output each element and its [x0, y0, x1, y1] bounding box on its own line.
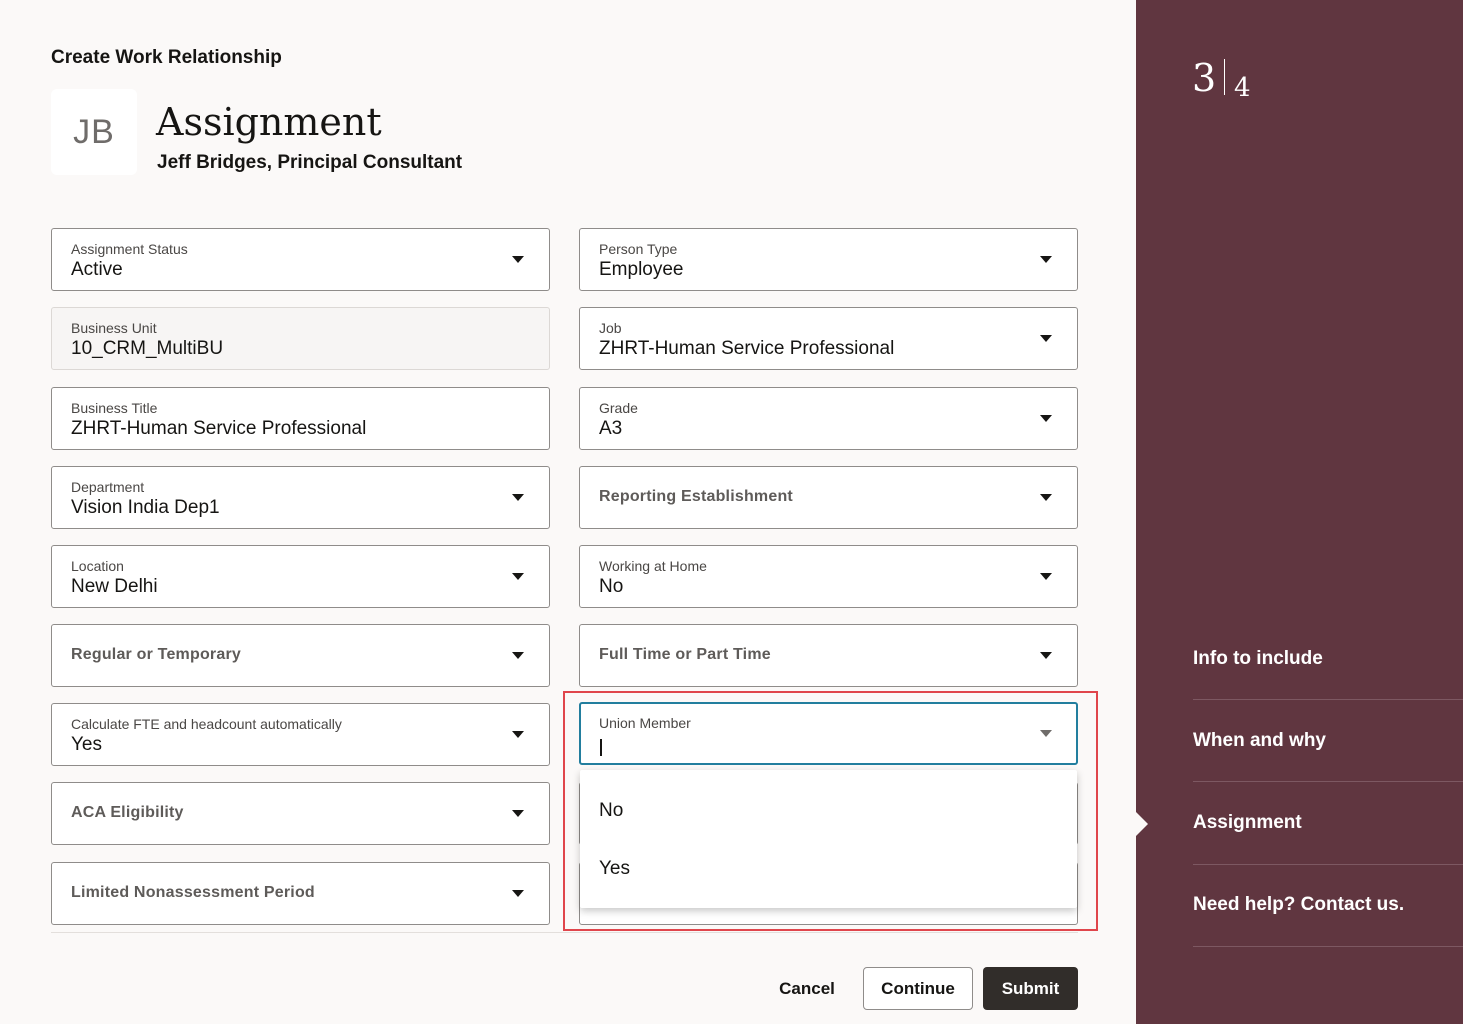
department-value: Vision India Dep1 [71, 497, 220, 518]
chevron-down-icon[interactable] [1040, 415, 1052, 422]
job-value: ZHRT-Human Service Professional [599, 338, 895, 359]
sidebar-divider [1193, 946, 1463, 947]
avatar: JB [51, 89, 137, 175]
sidebar-divider [1193, 864, 1463, 865]
sidebar-item-contact-us[interactable]: Need help? Contact us. [1193, 894, 1463, 916]
chevron-down-icon[interactable] [1040, 256, 1052, 263]
department-select[interactable]: Department Vision India Dep1 [51, 466, 550, 529]
working-at-home-value: No [599, 576, 624, 597]
location-label: Location [71, 558, 124, 574]
reporting-establishment-label: Reporting Establishment [599, 488, 793, 505]
chevron-down-icon[interactable] [512, 652, 524, 659]
cancel-button[interactable]: Cancel [770, 967, 844, 1010]
highlight-box [563, 691, 1098, 931]
full-time-or-part-time-label: Full Time or Part Time [599, 646, 771, 663]
reporting-establishment-select[interactable]: Reporting Establishment [579, 466, 1078, 529]
business-title-value: ZHRT-Human Service Professional [71, 418, 367, 439]
continue-button[interactable]: Continue [863, 967, 973, 1010]
business-title-input[interactable]: Business Title ZHRT-Human Service Profes… [51, 387, 550, 450]
chevron-down-icon[interactable] [512, 494, 524, 501]
limited-nonassessment-period-select[interactable]: Limited Nonassessment Period [51, 862, 550, 925]
person-type-value: Employee [599, 259, 684, 280]
calculate-fte-label: Calculate FTE and headcount automaticall… [71, 716, 342, 732]
business-title-label: Business Title [71, 400, 158, 416]
chevron-down-icon[interactable] [512, 731, 524, 738]
chevron-down-icon[interactable] [1040, 652, 1052, 659]
location-value: New Delhi [71, 576, 158, 597]
limited-nonassessment-period-label: Limited Nonassessment Period [71, 884, 315, 901]
regular-or-temporary-select[interactable]: Regular or Temporary [51, 624, 550, 687]
calculate-fte-value: Yes [71, 734, 102, 755]
page-caption: Create Work Relationship [51, 47, 282, 68]
department-label: Department [71, 479, 145, 495]
chevron-down-icon[interactable] [512, 810, 524, 817]
chevron-down-icon[interactable] [1040, 573, 1052, 580]
sidebar-divider [1193, 699, 1463, 700]
grade-value: A3 [599, 418, 623, 439]
sidebar-item-assignment[interactable]: Assignment [1193, 812, 1463, 834]
sidebar: 3 4 Info to include When and why Assignm… [1136, 0, 1463, 1024]
chevron-down-icon[interactable] [1040, 494, 1052, 501]
full-time-or-part-time-select[interactable]: Full Time or Part Time [579, 624, 1078, 687]
working-at-home-label: Working at Home [599, 558, 707, 574]
chevron-down-icon[interactable] [512, 890, 524, 897]
job-label: Job [599, 320, 622, 336]
page-subtitle: Jeff Bridges, Principal Consultant [157, 152, 463, 173]
submit-button[interactable]: Submit [983, 967, 1078, 1010]
job-select[interactable]: Job ZHRT-Human Service Professional [579, 307, 1078, 370]
step-separator [1224, 59, 1225, 95]
grade-select[interactable]: Grade A3 [579, 387, 1078, 450]
business-unit-field: Business Unit 10_CRM_MultiBU [51, 307, 550, 370]
location-select[interactable]: Location New Delhi [51, 545, 550, 608]
sidebar-item-info-to-include[interactable]: Info to include [1193, 648, 1463, 670]
person-type-select[interactable]: Person Type Employee [579, 228, 1078, 291]
step-current: 3 [1192, 56, 1217, 100]
grade-label: Grade [599, 400, 638, 416]
sidebar-divider [1193, 781, 1463, 782]
assignment-status-select[interactable]: Assignment Status Active [51, 228, 550, 291]
step-total: 4 [1234, 73, 1251, 103]
business-unit-value: 10_CRM_MultiBU [71, 338, 224, 359]
main-panel: Create Work Relationship JB Assignment J… [0, 0, 1136, 1024]
business-unit-label: Business Unit [71, 320, 157, 336]
divider [51, 932, 1078, 933]
calculate-fte-select[interactable]: Calculate FTE and headcount automaticall… [51, 703, 550, 766]
chevron-down-icon[interactable] [512, 256, 524, 263]
sidebar-item-when-and-why[interactable]: When and why [1193, 730, 1463, 752]
chevron-down-icon[interactable] [512, 573, 524, 580]
aca-eligibility-label: ACA Eligibility [71, 804, 184, 821]
aca-eligibility-select[interactable]: ACA Eligibility [51, 782, 550, 845]
regular-or-temporary-label: Regular or Temporary [71, 646, 241, 663]
assignment-status-label: Assignment Status [71, 241, 188, 257]
assignment-status-value: Active [71, 259, 123, 280]
person-type-label: Person Type [599, 241, 678, 257]
chevron-down-icon[interactable] [1040, 335, 1052, 342]
working-at-home-select[interactable]: Working at Home No [579, 545, 1078, 608]
active-pointer-icon [1136, 812, 1148, 836]
page-title: Assignment [156, 100, 382, 144]
